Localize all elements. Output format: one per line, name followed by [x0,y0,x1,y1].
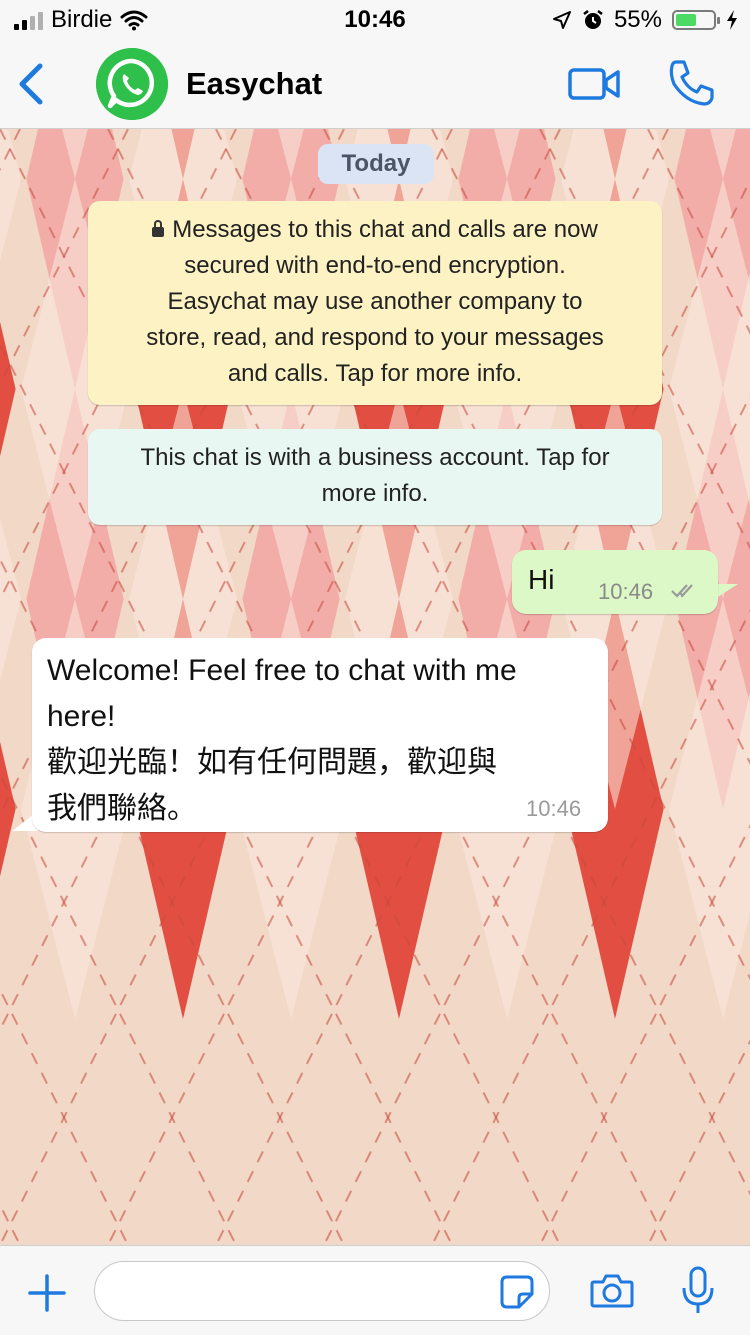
location-icon [552,11,571,29]
microphone-icon[interactable] [680,1266,716,1316]
plus-icon[interactable] [28,1274,66,1312]
wallpaper-diamond-light [669,599,750,1019]
business-account-notice[interactable]: This chat is with a business account. Ta… [88,429,662,525]
battery-percent: 55% [613,6,662,33]
video-call-icon[interactable] [568,64,622,104]
message-line: 我們聯絡。 [47,792,197,825]
wallpaper-stitch-line [0,129,21,172]
phone-icon[interactable] [666,58,716,108]
composer-bar [0,1245,750,1335]
whatsapp-glyph-icon [96,48,168,120]
status-right: 55% [552,6,738,34]
camera-icon[interactable] [590,1270,634,1310]
encryption-line: secured with end-to-end encryption. [184,252,566,279]
sticker-icon[interactable] [499,1274,535,1310]
message-input-field[interactable] [94,1261,550,1321]
message-line: here! [47,700,116,733]
wallpaper-diamond-light [0,517,21,681]
encryption-line: store, read, and respond to your message… [146,324,604,351]
chat-area[interactable]: Today Messages to this chat and calls ar… [0,129,750,1245]
outgoing-message[interactable]: Hi 10:46 [512,550,718,614]
whatsapp-logo[interactable] [96,48,168,120]
encryption-notice[interactable]: Messages to this chat and calls are now … [88,201,662,405]
message-input[interactable] [117,1272,491,1312]
alarm-icon [583,10,603,29]
wallpaper-diamond-light [669,179,750,599]
message-line: Welcome! Feel free to chat with me [47,654,517,687]
business-line: This chat is with a business account. Ta… [140,444,610,471]
status-bar: Birdie 10:46 55% [0,0,750,40]
message-text: Welcome! Feel free to chat with me here!… [47,648,597,832]
battery-icon [672,10,720,30]
encryption-line: and calls. Tap for more info. [227,360,523,387]
back-chevron-icon[interactable] [14,62,50,106]
incoming-message[interactable]: Welcome! Feel free to chat with me here!… [32,638,608,832]
encryption-line: Messages to this chat and calls are now [106,212,644,248]
chat-title[interactable]: Easychat [186,66,322,102]
wallpaper-stitch-line [0,1202,21,1245]
battery-fill [676,14,696,26]
date-pill: Today [318,144,434,184]
message-time: 10:46 [598,579,654,604]
chat-header: Easychat [0,40,750,129]
lock-icon [152,220,165,237]
double-check-icon [671,584,693,598]
business-line: more info. [321,480,429,507]
message-time: 10:46 [526,796,582,821]
encryption-line-text: Messages to this chat and calls are now [172,216,598,243]
encryption-line: Easychat may use another company to [167,288,583,315]
message-text: Hi [528,564,555,595]
message-line: 歡迎光臨！如有任何問題，歡迎與 [47,746,497,779]
charging-icon [727,10,737,30]
